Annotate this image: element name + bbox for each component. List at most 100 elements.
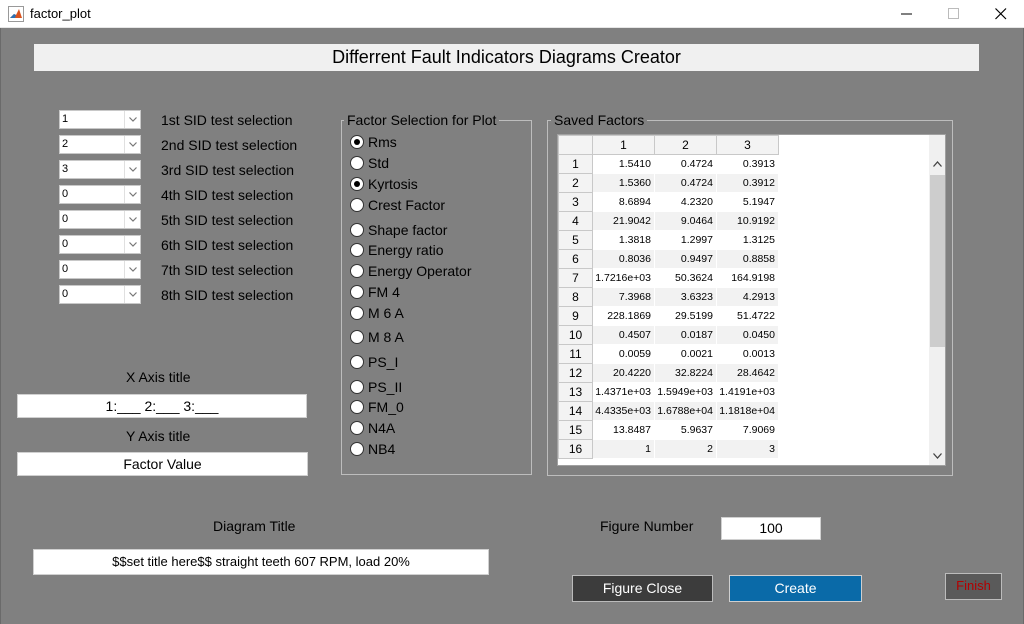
table-cell[interactable]: 0.3913 — [716, 154, 779, 174]
table-cell[interactable]: 1.5410 — [592, 154, 655, 174]
row-header[interactable]: 3 — [558, 192, 593, 212]
row-header[interactable]: 1 — [558, 154, 593, 174]
sid-test-select-7[interactable]: 0 — [59, 260, 141, 279]
dropdown-button[interactable] — [124, 186, 140, 203]
table-cell[interactable]: 1.4371e+03 — [592, 382, 655, 402]
table-cell[interactable]: 0.0059 — [592, 344, 655, 364]
row-header[interactable]: 5 — [558, 230, 593, 250]
table-cell[interactable]: 50.3624 — [654, 268, 717, 288]
table-cell[interactable]: 13.8487 — [592, 420, 655, 440]
sid-test-select-3[interactable]: 3 — [59, 160, 141, 179]
column-header[interactable]: 2 — [654, 135, 717, 155]
radio-unselected-icon[interactable] — [350, 330, 364, 344]
row-header[interactable]: 14 — [558, 401, 593, 421]
dropdown-button[interactable] — [124, 286, 140, 303]
dropdown-button[interactable] — [124, 236, 140, 253]
table-cell[interactable]: 0.4724 — [654, 154, 717, 174]
figure-close-button[interactable]: Figure Close — [572, 575, 713, 602]
dropdown-button[interactable] — [124, 136, 140, 153]
radio-unselected-icon[interactable] — [350, 380, 364, 394]
dropdown-button[interactable] — [124, 111, 140, 128]
table-cell[interactable]: 0.3912 — [716, 173, 779, 193]
row-header[interactable]: 4 — [558, 211, 593, 231]
table-cell[interactable]: 0.0021 — [654, 344, 717, 364]
table-cell[interactable]: 4.2913 — [716, 287, 779, 307]
finish-button[interactable]: Finish — [945, 573, 1002, 600]
radio-unselected-icon[interactable] — [350, 400, 364, 414]
table-cell[interactable]: 1.2997 — [654, 230, 717, 250]
table-cell[interactable]: 7.3968 — [592, 287, 655, 307]
radio-unselected-icon[interactable] — [350, 421, 364, 435]
dropdown-button[interactable] — [124, 161, 140, 178]
row-header[interactable]: 11 — [558, 344, 593, 364]
row-header[interactable]: 15 — [558, 420, 593, 440]
row-header[interactable]: 16 — [558, 439, 593, 459]
row-header[interactable]: 2 — [558, 173, 593, 193]
table-cell[interactable]: 1.3818 — [592, 230, 655, 250]
table-cell[interactable]: 4.4335e+03 — [592, 401, 655, 421]
table-cell[interactable]: 1.4191e+03 — [716, 382, 779, 402]
table-cell[interactable]: 3.6323 — [654, 287, 717, 307]
dropdown-button[interactable] — [124, 211, 140, 228]
sid-test-select-8[interactable]: 0 — [59, 285, 141, 304]
radio-unselected-icon[interactable] — [350, 306, 364, 320]
radio-unselected-icon[interactable] — [350, 156, 364, 170]
scroll-up-button[interactable] — [929, 155, 945, 173]
table-cell[interactable]: 9.0464 — [654, 211, 717, 231]
table-cell[interactable]: 1.5360 — [592, 173, 655, 193]
figure-number-input[interactable]: 100 — [721, 517, 821, 540]
radio-unselected-icon[interactable] — [350, 264, 364, 278]
table-cell[interactable]: 5.9637 — [654, 420, 717, 440]
diagram-title-input[interactable]: $$set title here$$ straight teeth 607 RP… — [33, 549, 489, 575]
table-cell[interactable]: 1.3125 — [716, 230, 779, 250]
table-cell[interactable]: 21.9042 — [592, 211, 655, 231]
radio-unselected-icon[interactable] — [350, 243, 364, 257]
table-cell[interactable]: 164.9198 — [716, 268, 779, 288]
table-vertical-scrollbar[interactable] — [929, 135, 945, 465]
table-cell[interactable]: 0.4507 — [592, 325, 655, 345]
table-cell[interactable]: 1 — [592, 439, 655, 459]
sid-test-select-4[interactable]: 0 — [59, 185, 141, 204]
table-cell[interactable]: 2 — [654, 439, 717, 459]
table-cell[interactable]: 10.9192 — [716, 211, 779, 231]
table-cell[interactable]: 1.7216e+03 — [592, 268, 655, 288]
row-header[interactable]: 9 — [558, 306, 593, 326]
scroll-down-button[interactable] — [929, 447, 945, 465]
table-cell[interactable]: 1.6788e+04 — [654, 401, 717, 421]
table-cell[interactable]: 0.9497 — [654, 249, 717, 269]
y-axis-title-input[interactable]: Factor Value — [17, 452, 308, 476]
table-cell[interactable]: 8.6894 — [592, 192, 655, 212]
row-header[interactable]: 8 — [558, 287, 593, 307]
radio-unselected-icon[interactable] — [350, 198, 364, 212]
sid-test-select-5[interactable]: 0 — [59, 210, 141, 229]
table-cell[interactable]: 3 — [716, 439, 779, 459]
sid-test-select-1[interactable]: 1 — [59, 110, 141, 129]
row-header[interactable]: 7 — [558, 268, 593, 288]
table-cell[interactable]: 20.4220 — [592, 363, 655, 383]
minimize-button[interactable] — [884, 0, 930, 28]
x-axis-title-input[interactable]: 1:___ 2:___ 3:___ — [17, 394, 307, 418]
row-header[interactable]: 10 — [558, 325, 593, 345]
column-header[interactable]: 1 — [592, 135, 655, 155]
maximize-button[interactable] — [931, 0, 977, 28]
row-header[interactable]: 13 — [558, 382, 593, 402]
row-header[interactable]: 12 — [558, 363, 593, 383]
create-button[interactable]: Create — [729, 575, 862, 602]
radio-unselected-icon[interactable] — [350, 442, 364, 456]
radio-unselected-icon[interactable] — [350, 223, 364, 237]
scroll-thumb[interactable] — [930, 175, 945, 347]
table-cell[interactable]: 4.2320 — [654, 192, 717, 212]
table-cell[interactable]: 1.1818e+04 — [716, 401, 779, 421]
table-cell[interactable]: 0.8036 — [592, 249, 655, 269]
radio-unselected-icon[interactable] — [350, 285, 364, 299]
table-cell[interactable]: 29.5199 — [654, 306, 717, 326]
table-cell[interactable]: 0.0450 — [716, 325, 779, 345]
dropdown-button[interactable] — [124, 261, 140, 278]
radio-unselected-icon[interactable] — [350, 355, 364, 369]
row-header[interactable]: 6 — [558, 249, 593, 269]
table-cell[interactable]: 0.4724 — [654, 173, 717, 193]
column-header[interactable]: 3 — [716, 135, 779, 155]
radio-selected-icon[interactable] — [350, 135, 364, 149]
table-cell[interactable]: 0.8858 — [716, 249, 779, 269]
sid-test-select-6[interactable]: 0 — [59, 235, 141, 254]
